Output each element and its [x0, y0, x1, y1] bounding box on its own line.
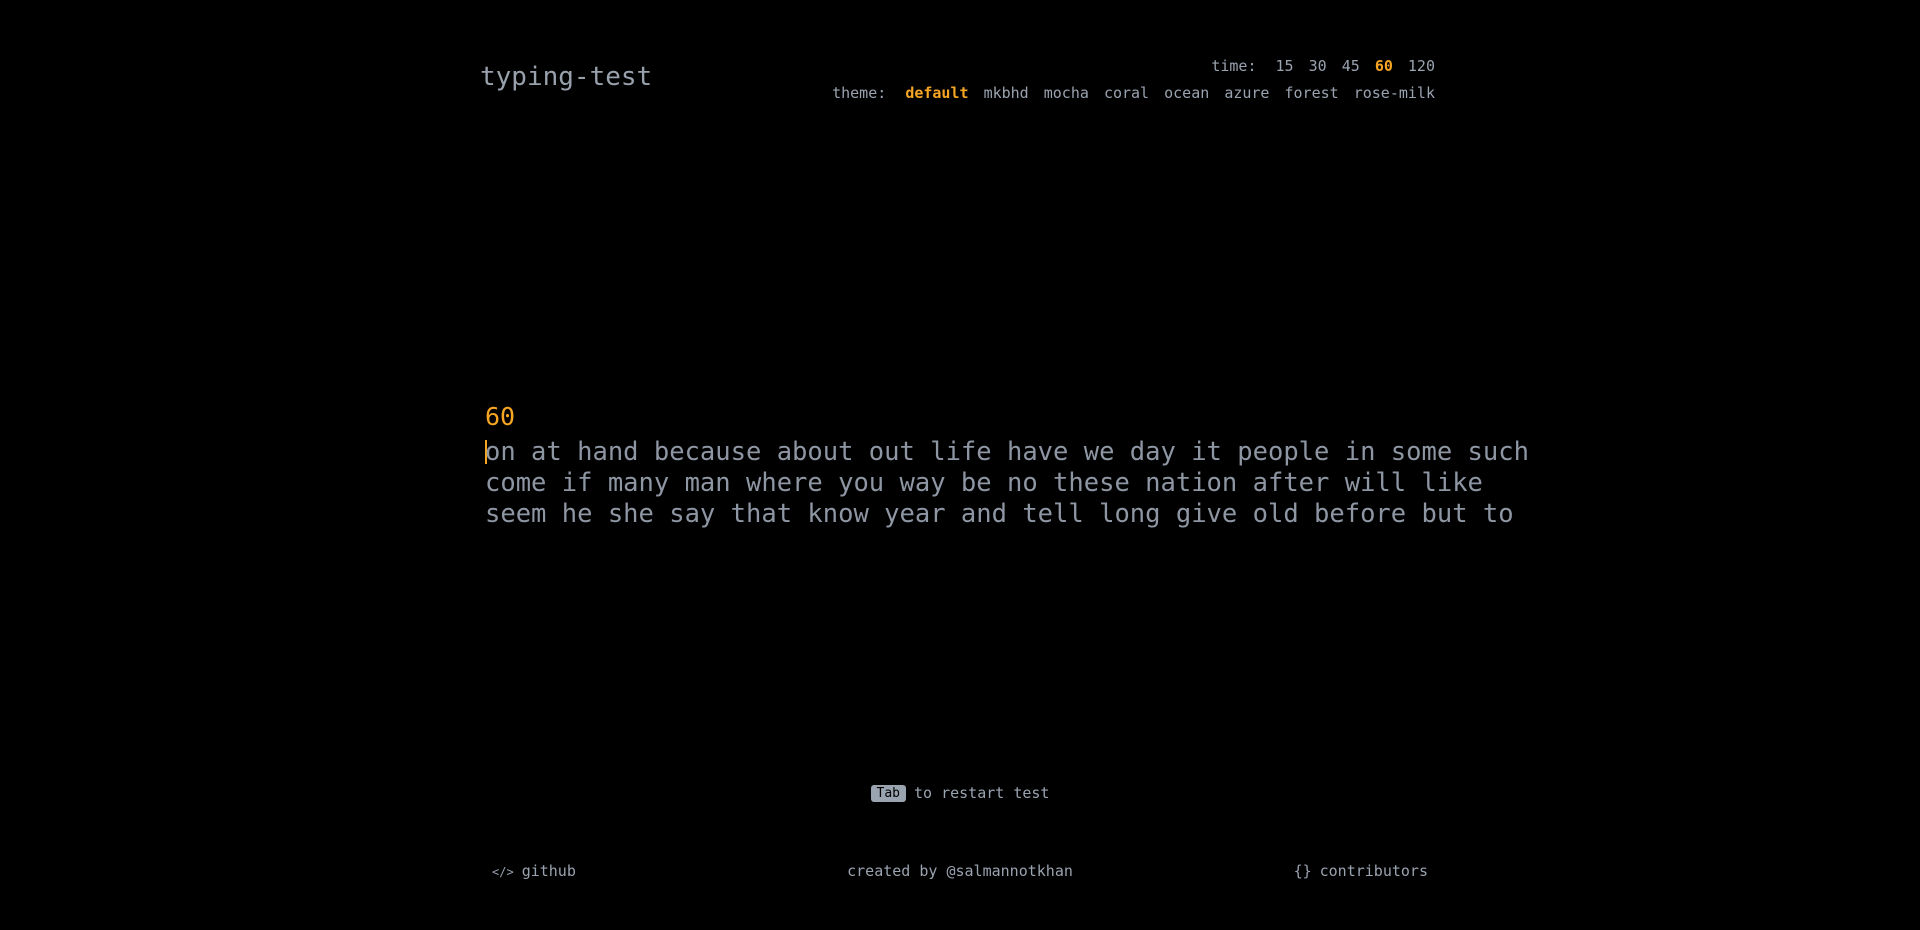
- theme-option-azure[interactable]: azure: [1224, 84, 1269, 102]
- time-option-120[interactable]: 120: [1408, 57, 1435, 75]
- restart-hint: Tab to restart test: [0, 784, 1920, 802]
- time-option-30[interactable]: 30: [1309, 57, 1327, 75]
- word-line-3: seem he she say that know year and tell …: [485, 499, 1514, 529]
- credit-text: created by @salmannotkhan: [847, 862, 1073, 880]
- theme-option-forest[interactable]: forest: [1285, 84, 1339, 102]
- theme-settings: theme: default mkbhd mocha coral ocean a…: [832, 80, 1435, 107]
- theme-label: theme:: [832, 84, 887, 102]
- typing-area[interactable]: on at hand because about out life have w…: [485, 437, 1529, 530]
- theme-option-mkbhd[interactable]: mkbhd: [984, 84, 1029, 102]
- word-line-1-text: on at hand because about out life have w…: [485, 437, 1529, 467]
- contributors-label: contributors: [1319, 862, 1428, 880]
- time-option-15[interactable]: 15: [1276, 57, 1294, 75]
- time-settings: time: 15 30 45 60 120: [832, 53, 1435, 80]
- word-line-1: on at hand because about out life have w…: [485, 437, 1529, 468]
- theme-option-mocha[interactable]: mocha: [1044, 84, 1089, 102]
- theme-option-ocean[interactable]: ocean: [1164, 84, 1209, 102]
- countdown-timer: 60: [485, 402, 516, 431]
- theme-option-rose-milk[interactable]: rose-milk: [1354, 84, 1435, 102]
- settings-panel: time: 15 30 45 60 120 theme: default mkb…: [832, 53, 1435, 107]
- braces-icon: {}: [1293, 862, 1312, 880]
- time-option-60[interactable]: 60: [1375, 57, 1393, 75]
- word-line-2: come if many man where you way be no the…: [485, 468, 1483, 498]
- app-root: typing-test time: 15 30 45 60 120 theme:…: [0, 0, 1920, 930]
- theme-option-default[interactable]: default: [905, 84, 968, 102]
- theme-option-coral[interactable]: coral: [1104, 84, 1149, 102]
- logo[interactable]: typing-test: [480, 62, 652, 92]
- time-label: time:: [1211, 57, 1257, 75]
- tab-key-badge[interactable]: Tab: [870, 785, 906, 802]
- contributors-link[interactable]: {} contributors: [1294, 862, 1428, 880]
- restart-hint-text: to restart test: [914, 784, 1050, 802]
- time-option-45[interactable]: 45: [1342, 57, 1360, 75]
